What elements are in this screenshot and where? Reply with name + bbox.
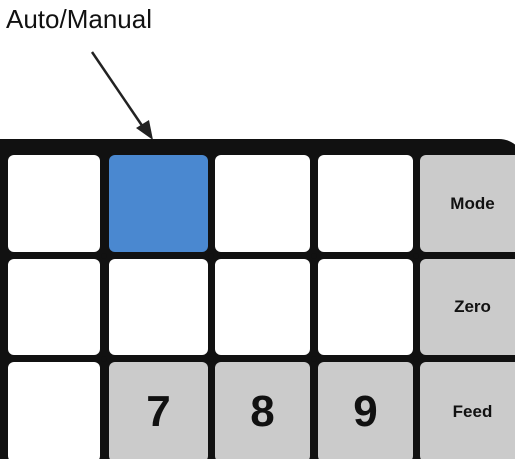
grid-junction-dot — [101, 253, 107, 259]
digit-7-button[interactable]: 7 — [109, 362, 208, 459]
keypad-blank-key-r2c3[interactable] — [215, 259, 310, 355]
grid-junction-dot — [208, 356, 214, 362]
mode-button[interactable]: Mode — [420, 155, 515, 252]
grid-junction-dot — [101, 356, 107, 362]
feed-button[interactable]: Feed — [420, 362, 515, 459]
grid-junction-dot — [413, 253, 419, 259]
keypad-blank-key-r2c2[interactable] — [109, 259, 208, 355]
keypad-blank-key-r1c4[interactable] — [318, 155, 413, 252]
grid-junction-dot — [413, 356, 419, 362]
grid-junction-dot — [311, 253, 317, 259]
keypad-panel: Mode Zero 7 8 9 Feed — [0, 139, 515, 459]
digit-8-button[interactable]: 8 — [215, 362, 310, 459]
keypad-blank-key-r1c3[interactable] — [215, 155, 310, 252]
keypad-blank-key-r2c1[interactable] — [8, 259, 100, 355]
keypad-blank-key-r3c1[interactable] — [8, 362, 100, 459]
grid-junction-dot — [311, 356, 317, 362]
auto-manual-callout-label: Auto/Manual — [6, 4, 152, 34]
digit-9-button[interactable]: 9 — [318, 362, 413, 459]
auto-manual-key[interactable] — [109, 155, 208, 252]
grid-junction-dot — [208, 253, 214, 259]
zero-button[interactable]: Zero — [420, 259, 515, 355]
keypad-blank-key-r1c1[interactable] — [8, 155, 100, 252]
keypad-blank-key-r2c4[interactable] — [318, 259, 413, 355]
